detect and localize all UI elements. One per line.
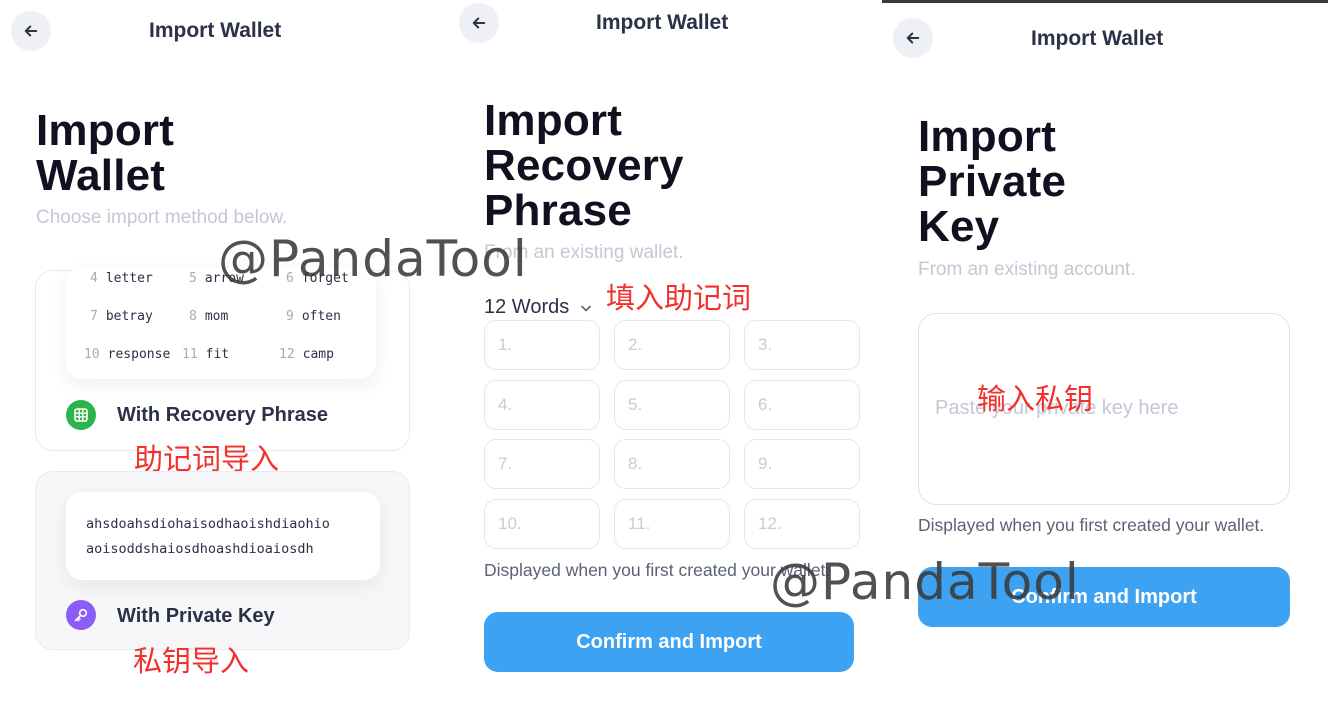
page-title-line: Phrase — [484, 186, 632, 235]
preview-word: 4 letter — [90, 271, 153, 286]
preview-word: 12 camp — [279, 347, 334, 362]
private-key-preview-text: ahsdoahsdiohaisodhaoishdiaohio aoisoddsh… — [86, 512, 330, 562]
watermark: @PandaTool — [218, 230, 528, 288]
preview-word: 10 response — [84, 347, 171, 362]
word-input-3[interactable] — [744, 320, 860, 370]
header-title: Import Wallet — [1031, 27, 1164, 50]
recovery-phrase-label: With Recovery Phrase — [117, 404, 329, 426]
private-key-label: With Private Key — [117, 605, 275, 627]
word-input-9[interactable] — [744, 439, 860, 489]
word-input-10[interactable] — [484, 499, 600, 549]
key-icon — [66, 600, 96, 630]
private-key-input[interactable] — [918, 313, 1290, 505]
back-arrow-icon — [24, 25, 38, 37]
watermark: @PandaTool — [770, 553, 1080, 611]
page-subtitle: From an existing account. — [918, 259, 1136, 280]
page-title-line: Wallet — [36, 151, 166, 200]
page-title-line: Import — [36, 106, 175, 155]
private-key-preview-line: aoisoddshaiosdhoashdioaiosdh — [86, 541, 314, 557]
page-title-line: Recovery — [484, 141, 684, 190]
grid-icon — [66, 400, 96, 430]
word-input-7[interactable] — [484, 439, 600, 489]
page-title: Import Wallet — [36, 108, 174, 198]
preview-word: 7 betray — [90, 309, 153, 324]
page-title-line: Private — [918, 157, 1067, 206]
word-count-value: 12 Words — [484, 296, 570, 318]
word-input-5[interactable] — [614, 380, 730, 430]
page-title: Import Private Key — [918, 114, 1066, 249]
page-subtitle: Choose import method below. — [36, 207, 288, 228]
annotation-fill-words: 填入助记词 — [606, 281, 752, 315]
page-title-line: Import — [484, 96, 623, 145]
window-top-border — [882, 0, 1328, 3]
word-input-2[interactable] — [614, 320, 730, 370]
word-input-1[interactable] — [484, 320, 600, 370]
word-input-8[interactable] — [614, 439, 730, 489]
confirm-import-button[interactable]: Confirm and Import — [484, 612, 854, 672]
chevron-down-icon — [581, 305, 592, 311]
word-input-4[interactable] — [484, 380, 600, 430]
page-title-line: Import — [918, 112, 1057, 161]
preview-word: 11 fit — [182, 347, 230, 362]
back-button[interactable] — [893, 18, 933, 58]
private-key-option-card[interactable]: ahsdoahsdiohaisodhaoishdiaohio aoisoddsh… — [35, 471, 410, 650]
private-key-preview: ahsdoahsdiohaisodhaoishdiaohio aoisoddsh… — [66, 492, 380, 580]
annotation-enter-key: 输入私钥 — [977, 382, 1094, 416]
preview-word: 8 mom — [189, 309, 229, 324]
word-input-11[interactable] — [614, 499, 730, 549]
annotation-private-key: 私钥导入 — [133, 644, 250, 678]
back-arrow-icon — [906, 32, 920, 44]
word-input-6[interactable] — [744, 380, 860, 430]
word-count-select[interactable]: 12 Words — [484, 296, 593, 319]
word-input-12[interactable] — [744, 499, 860, 549]
private-key-preview-line: ahsdoahsdiohaisodhaoishdiaohio — [86, 516, 330, 532]
page-title: Import Recovery Phrase — [484, 98, 684, 233]
back-button[interactable] — [459, 3, 499, 43]
preview-word: 9 often — [286, 309, 341, 324]
recovery-phrase-option-card[interactable]: 4 letter 5 arrow 6 forget 7 betray 8 mom 9 oft… — [35, 267, 410, 451]
header-title: Import Wallet — [149, 19, 282, 42]
header-title: Import Wallet — [596, 11, 729, 34]
helper-text: Displayed when you first created your wa… — [918, 515, 1265, 535]
back-button[interactable] — [11, 11, 51, 51]
page-title-line: Key — [918, 202, 1000, 251]
back-arrow-icon — [472, 17, 486, 29]
